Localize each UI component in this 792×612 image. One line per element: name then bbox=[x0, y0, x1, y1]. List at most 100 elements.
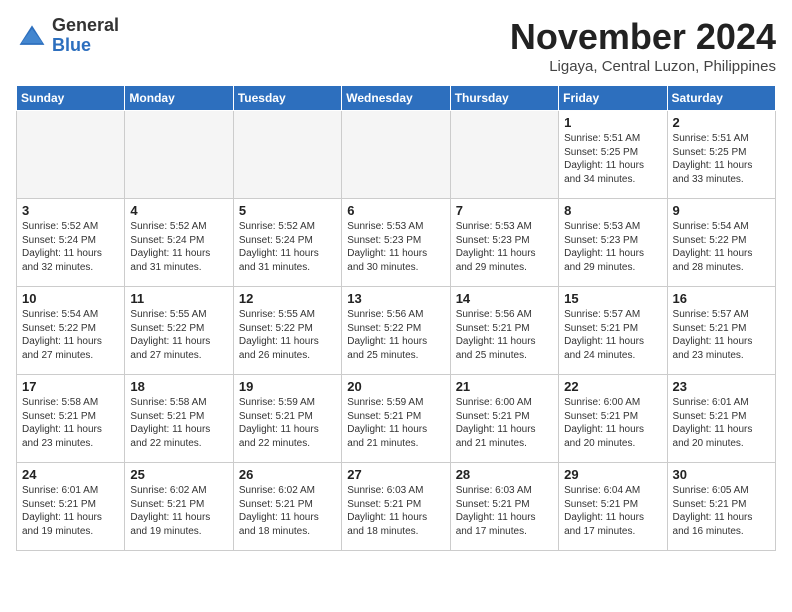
day-number: 14 bbox=[456, 291, 553, 306]
calendar-cell: 13Sunrise: 5:56 AM Sunset: 5:22 PM Dayli… bbox=[342, 287, 450, 375]
calendar-cell: 9 Sunrise: 5:54 AM Sunset: 5:22 PM Daylig… bbox=[667, 199, 775, 287]
day-info: Sunrise: 6:04 AM Sunset: 5:21 PM Dayligh… bbox=[564, 484, 661, 538]
calendar-cell: 17 Sunrise: 5:58 AM Sunset: 5:21 PM Dayli… bbox=[17, 375, 125, 463]
day-number: 8 bbox=[564, 203, 661, 218]
day-number: 5 bbox=[239, 203, 336, 218]
day-number: 7 bbox=[456, 203, 553, 218]
day-number: 21 bbox=[456, 379, 553, 394]
day-number: 19 bbox=[239, 379, 336, 394]
calendar-week-5: 24 Sunrise: 6:01 AM Sunset: 5:21 PM Dayli… bbox=[17, 463, 776, 551]
day-info: Sunrise: 5:58 AM Sunset: 5:21 PM Dayligh… bbox=[130, 396, 227, 450]
calendar-cell: 30 Sunrise: 6:05 AM Sunset: 5:21 PM Dayli… bbox=[667, 463, 775, 551]
day-info: Sunrise: 5:58 AM Sunset: 5:21 PM Dayligh… bbox=[22, 396, 119, 450]
calendar-cell: 15 Sunrise: 5:57 AM Sunset: 5:21 PM Dayli… bbox=[559, 287, 667, 375]
day-number: 18 bbox=[130, 379, 227, 394]
day-info: Sunrise: 5:54 AM Sunset: 5:22 PM Dayligh… bbox=[673, 220, 770, 274]
day-number: 12 bbox=[239, 291, 336, 306]
day-number: 29 bbox=[564, 467, 661, 482]
calendar-cell: 23Sunrise: 6:01 AM Sunset: 5:21 PM Dayli… bbox=[667, 375, 775, 463]
calendar-cell: 3 Sunrise: 5:52 AM Sunset: 5:24 PM Daylig… bbox=[17, 199, 125, 287]
day-info: Sunrise: 6:03 AM Sunset: 5:21 PM Dayligh… bbox=[347, 484, 444, 538]
calendar-cell: 21 Sunrise: 6:00 AM Sunset: 5:21 PM Dayli… bbox=[450, 375, 558, 463]
column-header-thursday: Thursday bbox=[450, 86, 558, 111]
calendar-table: SundayMondayTuesdayWednesdayThursdayFrid… bbox=[16, 85, 776, 551]
day-info: Sunrise: 6:05 AM Sunset: 5:21 PM Dayligh… bbox=[673, 484, 770, 538]
day-number: 17 bbox=[22, 379, 119, 394]
day-number: 26 bbox=[239, 467, 336, 482]
day-info: Sunrise: 5:55 AM Sunset: 5:22 PM Dayligh… bbox=[239, 308, 336, 362]
day-info: Sunrise: 5:53 AM Sunset: 5:23 PM Dayligh… bbox=[564, 220, 661, 274]
day-info: Sunrise: 5:51 AM Sunset: 5:25 PM Dayligh… bbox=[673, 132, 770, 186]
day-number: 9 bbox=[673, 203, 770, 218]
day-info: Sunrise: 6:02 AM Sunset: 5:21 PM Dayligh… bbox=[239, 484, 336, 538]
day-info: Sunrise: 6:01 AM Sunset: 5:21 PM Dayligh… bbox=[22, 484, 119, 538]
day-number: 27 bbox=[347, 467, 444, 482]
day-number: 13 bbox=[347, 291, 444, 306]
day-number: 23 bbox=[673, 379, 770, 394]
calendar-cell: 5Sunrise: 5:52 AM Sunset: 5:24 PM Daylig… bbox=[233, 199, 341, 287]
day-number: 25 bbox=[130, 467, 227, 482]
calendar-week-3: 10 Sunrise: 5:54 AM Sunset: 5:22 PM Dayli… bbox=[17, 287, 776, 375]
month-title: November 2024 bbox=[510, 16, 776, 58]
logo-text: General Blue bbox=[52, 16, 119, 56]
day-info: Sunrise: 5:57 AM Sunset: 5:21 PM Dayligh… bbox=[564, 308, 661, 362]
day-number: 15 bbox=[564, 291, 661, 306]
day-number: 4 bbox=[130, 203, 227, 218]
day-info: Sunrise: 5:54 AM Sunset: 5:22 PM Dayligh… bbox=[22, 308, 119, 362]
day-number: 22 bbox=[564, 379, 661, 394]
calendar-cell: 24 Sunrise: 6:01 AM Sunset: 5:21 PM Dayli… bbox=[17, 463, 125, 551]
day-number: 1 bbox=[564, 115, 661, 130]
calendar-cell bbox=[342, 111, 450, 199]
day-info: Sunrise: 5:55 AM Sunset: 5:22 PM Dayligh… bbox=[130, 308, 227, 362]
column-header-sunday: Sunday bbox=[17, 86, 125, 111]
calendar-cell bbox=[17, 111, 125, 199]
calendar-week-4: 17 Sunrise: 5:58 AM Sunset: 5:21 PM Dayli… bbox=[17, 375, 776, 463]
column-header-tuesday: Tuesday bbox=[233, 86, 341, 111]
day-info: Sunrise: 6:00 AM Sunset: 5:21 PM Dayligh… bbox=[456, 396, 553, 450]
calendar-cell: 14 Sunrise: 5:56 AM Sunset: 5:21 PM Dayli… bbox=[450, 287, 558, 375]
calendar-cell: 10 Sunrise: 5:54 AM Sunset: 5:22 PM Dayli… bbox=[17, 287, 125, 375]
day-number: 28 bbox=[456, 467, 553, 482]
calendar-cell: 20Sunrise: 5:59 AM Sunset: 5:21 PM Dayli… bbox=[342, 375, 450, 463]
calendar-week-1: 1 Sunrise: 5:51 AM Sunset: 5:25 PM Daylig… bbox=[17, 111, 776, 199]
day-info: Sunrise: 5:51 AM Sunset: 5:25 PM Dayligh… bbox=[564, 132, 661, 186]
day-number: 3 bbox=[22, 203, 119, 218]
calendar-cell bbox=[233, 111, 341, 199]
calendar-cell: 16 Sunrise: 5:57 AM Sunset: 5:21 PM Dayli… bbox=[667, 287, 775, 375]
calendar-cell: 27 Sunrise: 6:03 AM Sunset: 5:21 PM Dayli… bbox=[342, 463, 450, 551]
day-number: 11 bbox=[130, 291, 227, 306]
day-info: Sunrise: 6:00 AM Sunset: 5:21 PM Dayligh… bbox=[564, 396, 661, 450]
day-number: 10 bbox=[22, 291, 119, 306]
column-header-monday: Monday bbox=[125, 86, 233, 111]
column-header-friday: Friday bbox=[559, 86, 667, 111]
day-info: Sunrise: 5:53 AM Sunset: 5:23 PM Dayligh… bbox=[456, 220, 553, 274]
day-info: Sunrise: 5:57 AM Sunset: 5:21 PM Dayligh… bbox=[673, 308, 770, 362]
logo-blue: Blue bbox=[52, 35, 91, 55]
column-header-saturday: Saturday bbox=[667, 86, 775, 111]
calendar-cell: 7 Sunrise: 5:53 AM Sunset: 5:23 PM Daylig… bbox=[450, 199, 558, 287]
day-number: 2 bbox=[673, 115, 770, 130]
calendar-cell: 8 Sunrise: 5:53 AM Sunset: 5:23 PM Daylig… bbox=[559, 199, 667, 287]
day-number: 30 bbox=[673, 467, 770, 482]
day-number: 24 bbox=[22, 467, 119, 482]
calendar-cell: 29 Sunrise: 6:04 AM Sunset: 5:21 PM Dayli… bbox=[559, 463, 667, 551]
calendar-cell: 12 Sunrise: 5:55 AM Sunset: 5:22 PM Dayli… bbox=[233, 287, 341, 375]
day-info: Sunrise: 6:03 AM Sunset: 5:21 PM Dayligh… bbox=[456, 484, 553, 538]
calendar-cell bbox=[450, 111, 558, 199]
title-block: November 2024 Ligaya, Central Luzon, Phi… bbox=[510, 16, 776, 75]
calendar-cell: 18 Sunrise: 5:58 AM Sunset: 5:21 PM Dayli… bbox=[125, 375, 233, 463]
day-info: Sunrise: 6:02 AM Sunset: 5:21 PM Dayligh… bbox=[130, 484, 227, 538]
day-info: Sunrise: 5:56 AM Sunset: 5:21 PM Dayligh… bbox=[456, 308, 553, 362]
day-info: Sunrise: 5:52 AM Sunset: 5:24 PM Dayligh… bbox=[22, 220, 119, 274]
page-header: General Blue November 2024 Ligaya, Centr… bbox=[16, 16, 776, 75]
logo: General Blue bbox=[16, 16, 119, 56]
calendar-week-2: 3 Sunrise: 5:52 AM Sunset: 5:24 PM Daylig… bbox=[17, 199, 776, 287]
calendar-cell: 25 Sunrise: 6:02 AM Sunset: 5:21 PM Dayli… bbox=[125, 463, 233, 551]
day-info: Sunrise: 5:52 AM Sunset: 5:24 PM Dayligh… bbox=[130, 220, 227, 274]
calendar-cell: 26 Sunrise: 6:02 AM Sunset: 5:21 PM Dayli… bbox=[233, 463, 341, 551]
calendar-cell: 4 Sunrise: 5:52 AM Sunset: 5:24 PM Daylig… bbox=[125, 199, 233, 287]
day-number: 16 bbox=[673, 291, 770, 306]
location: Ligaya, Central Luzon, Philippines bbox=[510, 58, 776, 75]
day-info: Sunrise: 5:59 AM Sunset: 5:21 PM Dayligh… bbox=[347, 396, 444, 450]
logo-icon bbox=[16, 20, 48, 52]
